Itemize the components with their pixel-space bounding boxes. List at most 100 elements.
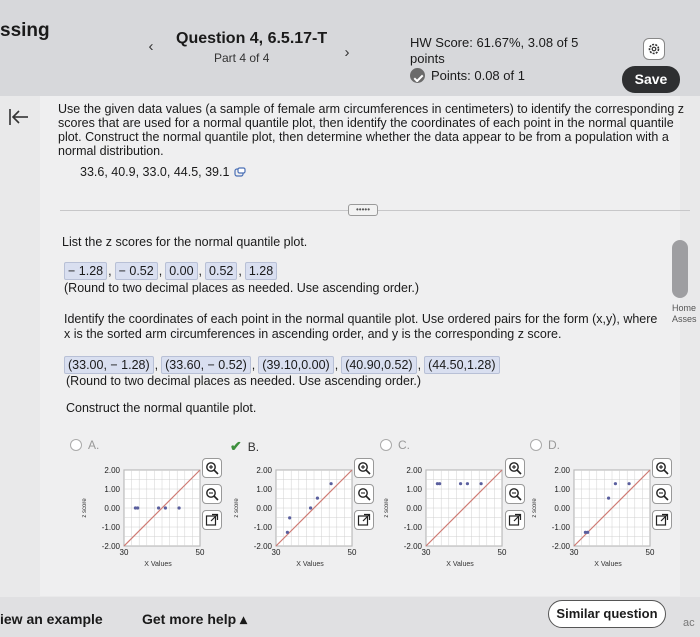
plot-svg: 2.00 1.00 0.00 -1.00 -2.0030 50 z score X Value…	[532, 466, 655, 568]
y-tick-label: -2.00	[254, 542, 273, 551]
zoom-out-button[interactable]	[202, 484, 222, 504]
home-label: Home	[672, 303, 697, 313]
expand-more-button[interactable]: •••••	[348, 204, 378, 216]
zoom-in-button[interactable]	[354, 458, 374, 478]
data-values: 33.6, 40.9, 33.0, 44.5, 39.1	[80, 165, 247, 179]
y-axis-label: z score	[234, 498, 240, 518]
coordinate-answer[interactable]: (44.50,1.28)	[424, 356, 500, 374]
open-graph-button[interactable]	[652, 510, 672, 530]
data-point	[479, 482, 483, 486]
data-point	[308, 506, 313, 510]
option-a-radio[interactable]	[70, 439, 82, 451]
data-point	[606, 496, 611, 500]
open-graph-button[interactable]	[202, 510, 222, 530]
coords-instruction: Identify the coordinates of each point i…	[64, 312, 658, 341]
problem-prompt: Use the given data values (a sample of f…	[58, 102, 684, 158]
zscores-note: (Round to two decimal places as needed. …	[64, 281, 420, 295]
y-tick-label: 1.00	[104, 485, 120, 494]
y-tick-label: 0.00	[104, 504, 120, 513]
get-more-help-link[interactable]: Get more help ▴	[142, 611, 247, 628]
hw-score: HW Score: 61.67%, 3.08 of 5 points	[410, 35, 579, 66]
view-example-link[interactable]: iew an example	[0, 611, 103, 627]
y-tick-label: 1.00	[554, 485, 570, 494]
x-tick-label: 30	[272, 548, 281, 557]
similar-question-button[interactable]: Similar question	[548, 600, 666, 628]
option-b[interactable]: ✔ B.	[230, 438, 259, 455]
open-graph-button[interactable]	[505, 510, 525, 530]
zoom-in-button[interactable]	[652, 458, 672, 478]
option-c-label: C.	[398, 438, 410, 452]
y-tick-label: -1.00	[102, 523, 121, 532]
zoom-in-button[interactable]	[505, 458, 525, 478]
y-tick-label: -2.00	[102, 542, 121, 551]
y-tick-label: 2.00	[256, 466, 272, 475]
data-point	[613, 482, 618, 486]
zoom-out-button[interactable]	[505, 484, 525, 504]
y-tick-label: -1.00	[254, 523, 273, 532]
y-tick-label: 2.00	[104, 466, 120, 475]
zscore-answer[interactable]: − 1.28	[64, 262, 108, 280]
data-point	[315, 496, 320, 500]
previous-question-button[interactable]: ‹	[140, 36, 162, 58]
plot-svg: 2.00 1.00 0.00 -1.00 -2.0030 50 z score X Value…	[82, 466, 205, 568]
coordinate-answer[interactable]: (39.10,0.00)	[258, 356, 334, 374]
coordinate-answer[interactable]: (40.90,0.52)	[341, 356, 417, 374]
external-link-icon	[205, 513, 219, 526]
data-point	[458, 482, 463, 486]
y-tick-label: 0.00	[256, 504, 272, 513]
option-b-label: B.	[247, 439, 260, 454]
option-d[interactable]: D.	[530, 438, 560, 452]
footer-fragment: ac	[683, 617, 695, 629]
zscore-answer[interactable]: 0.52	[205, 262, 238, 280]
data-point	[438, 482, 442, 486]
x-axis-label: X Values	[296, 561, 324, 568]
option-d-radio[interactable]	[530, 439, 542, 451]
option-c-radio[interactable]	[380, 439, 392, 451]
next-question-button[interactable]: ›	[336, 42, 358, 64]
x-axis-label: X Values	[594, 561, 622, 568]
coords-note: (Round to two decimal places as needed. …	[66, 374, 422, 388]
assessment-label: Asses	[672, 314, 697, 324]
option-d-label: D.	[548, 438, 560, 452]
x-tick-label: 50	[646, 548, 655, 557]
zscore-answer[interactable]: − 0.52	[114, 262, 158, 280]
zoom-out-icon	[358, 488, 371, 501]
scrollbar-thumb[interactable]	[672, 240, 688, 298]
y-tick-label: -2.00	[404, 542, 423, 551]
coordinate-answer[interactable]: (33.60, − 0.52)	[161, 356, 251, 374]
y-axis-label: z score	[384, 498, 390, 518]
zoom-out-icon	[206, 488, 219, 501]
zoom-in-icon	[358, 462, 371, 475]
option-c[interactable]: C.	[380, 438, 410, 452]
option-a[interactable]: A.	[70, 438, 99, 452]
zscore-answer[interactable]: 1.28	[244, 262, 278, 280]
zscore-answer[interactable]: 0.00	[165, 262, 198, 280]
data-point	[329, 482, 333, 486]
coordinate-answer[interactable]: (33.00, − 1.28)	[64, 356, 154, 374]
zoom-out-button[interactable]	[652, 484, 672, 504]
save-button[interactable]: Save	[622, 66, 680, 93]
option-a-label: A.	[88, 438, 100, 452]
x-tick-label: 50	[348, 548, 357, 557]
open-graph-button[interactable]	[354, 510, 374, 530]
x-tick-label: 30	[422, 548, 431, 557]
coords-answers: (33.00, − 1.28), (33.60, − 0.52), (39.10…	[64, 356, 500, 374]
copy-icon[interactable]	[234, 166, 247, 178]
collapse-panel-button[interactable]	[8, 106, 32, 130]
zoom-in-icon	[509, 462, 522, 475]
settings-button[interactable]	[643, 38, 665, 60]
y-axis-label: z score	[82, 498, 88, 518]
y-tick-label: -2.00	[552, 542, 571, 551]
zoom-in-button[interactable]	[202, 458, 222, 478]
app-name-fragment: ssing	[0, 20, 50, 41]
plot-a-tools	[202, 458, 224, 536]
zscores-instruction: List the z scores for the normal quantil…	[62, 235, 308, 249]
side-panel-labels[interactable]: Home Asses	[672, 303, 697, 325]
plot-option-a: 2.00 1.00 0.00 -1.00 -2.00 30 50 z score X Value…	[74, 460, 206, 572]
data-point	[288, 516, 292, 520]
plot-c-tools	[505, 458, 527, 536]
points-text: Points: 0.08 of 1	[431, 68, 525, 83]
data-point	[465, 482, 470, 486]
question-part: Part 4 of 4	[214, 51, 270, 65]
zoom-out-button[interactable]	[354, 484, 374, 504]
